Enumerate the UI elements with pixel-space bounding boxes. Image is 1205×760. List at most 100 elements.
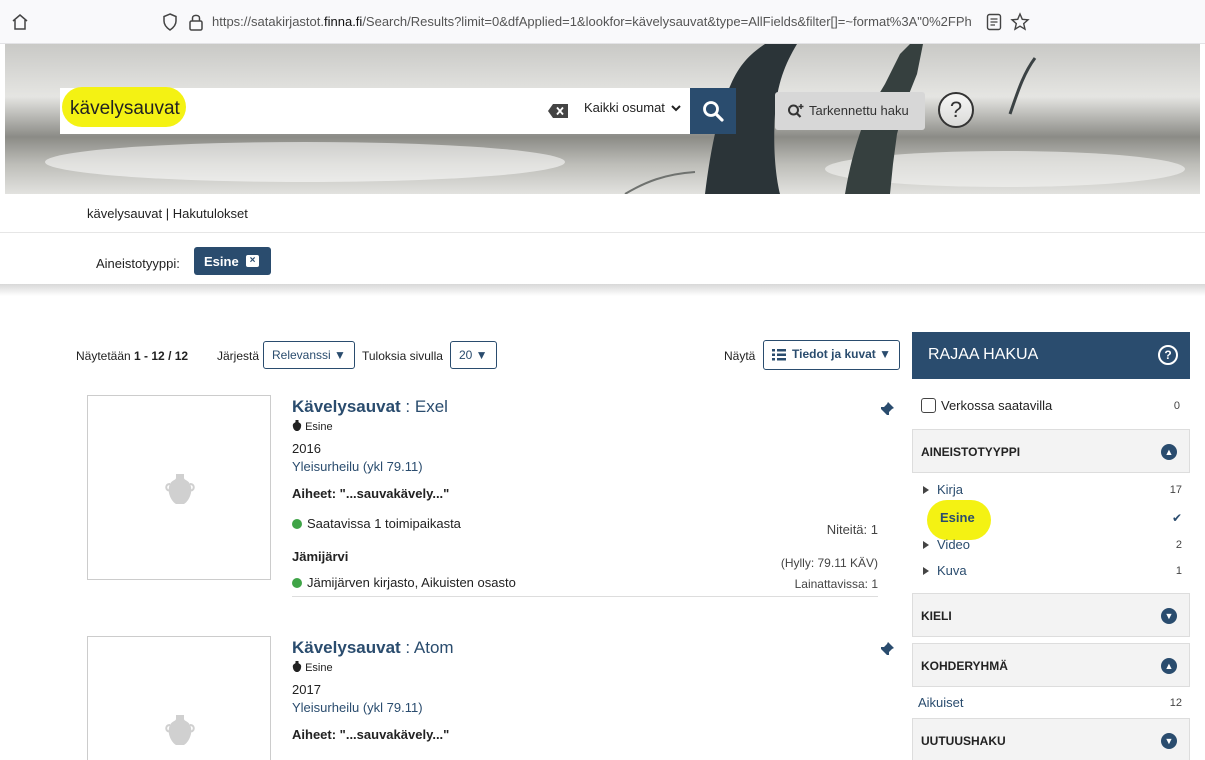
results-count-prefix: Näytetään [76, 349, 131, 363]
url-text[interactable]: https://satakirjastot.finna.fi/Search/Re… [212, 14, 972, 29]
facet-item-esine[interactable]: Esine [940, 510, 975, 525]
url-domain: finna.fi [324, 14, 363, 29]
search-plus-icon [788, 104, 804, 118]
browser-toolbar: https://satakirjastot.finna.fi/Search/Re… [0, 0, 1205, 44]
breadcrumb: kävelysauvat | Hakutulokset [87, 206, 248, 221]
result-year: 2016 [292, 441, 321, 456]
section-shadow [0, 284, 1205, 296]
search-scope-select[interactable]: Kaikki osumat [584, 100, 681, 115]
facet-item-kuva[interactable]: Kuva [923, 563, 967, 578]
result-format: Esine [292, 420, 333, 433]
facet-language-header[interactable]: KIELI ▼ [912, 593, 1190, 637]
active-filter-label: Aineistotyyppi: [96, 256, 180, 271]
sort-select[interactable]: Relevanssi ▼ [263, 341, 355, 369]
help-button[interactable]: ? [938, 92, 974, 128]
result-title-link[interactable]: Kävelysauvat : Atom [292, 638, 454, 658]
divider [0, 232, 1205, 233]
view-select-value: Tiedot ja kuvat ▼ [792, 347, 892, 361]
facet-item-kirja[interactable]: Kirja [923, 482, 963, 497]
object-placeholder-icon [165, 474, 195, 504]
search-button[interactable] [690, 88, 736, 134]
results-count: Näytetään 1 - 12 / 12 [76, 349, 188, 363]
result-subjects-value: "...sauvakävely..." [336, 486, 450, 501]
clear-search-icon[interactable] [548, 104, 568, 118]
address-bar[interactable]: https://satakirjastot.finna.fi/Search/Re… [150, 6, 1205, 38]
caret-right-icon [923, 567, 929, 575]
list-icon [772, 349, 786, 361]
advanced-search-button[interactable]: Tarkennettu haku [775, 92, 925, 130]
advanced-search-label: Tarkennettu haku [809, 103, 909, 118]
result-branch-text: Jämijärven kirjasto, Aikuisten osasto [307, 575, 516, 590]
pin-icon[interactable] [879, 641, 895, 657]
bookmark-star-icon[interactable] [1010, 12, 1030, 32]
per-page-label: Tuloksia sivulla [362, 349, 443, 363]
chevron-down-icon [670, 105, 681, 112]
search-input[interactable]: kävelysauvat Kaikki osumat [60, 87, 690, 134]
shield-icon[interactable] [162, 13, 178, 31]
facet-item-count: 2 [1175, 539, 1182, 551]
home-icon[interactable] [10, 12, 30, 32]
result-subjects-label: Aiheet: [292, 727, 337, 742]
facet-item-count: 17 [1169, 484, 1182, 496]
facet-format-header[interactable]: AINEISTOTYYPPI ▲ [912, 429, 1190, 473]
results-count-range: 1 - 12 / 12 [134, 349, 189, 363]
search-header: kävelysauvat Kaikki osumat Tarkennettu h… [5, 44, 1200, 194]
result-title: Kävelysauvat [292, 638, 401, 657]
object-format-icon [292, 661, 302, 672]
result-subjects: Aiheet: "...sauvakävely..." [292, 727, 449, 742]
result-title-link[interactable]: Kävelysauvat : Exel [292, 397, 448, 417]
search-icon [703, 101, 724, 122]
facet-new-arrivals-header[interactable]: UUTUUSHAKU ▼ [912, 718, 1190, 760]
result-availability[interactable]: Saatavissa 1 toimipaikasta [292, 516, 461, 531]
result-classification-link[interactable]: Yleisurheilu (ykl 79.11) [292, 459, 423, 474]
object-placeholder-icon [165, 715, 195, 745]
reader-view-icon[interactable] [986, 13, 1002, 31]
refine-search-header: RAJAA HAKUA ? [912, 332, 1190, 379]
chevron-down-icon: ▼ [1161, 608, 1177, 624]
active-filter-value: Esine [204, 254, 239, 269]
result-location[interactable]: Jämijärvi [292, 549, 348, 564]
pin-icon[interactable] [879, 401, 895, 417]
result-loanable: Lainattavissa: 1 [794, 577, 878, 591]
result-divider [292, 596, 878, 597]
online-label[interactable]: Verkossa saatavilla [941, 398, 1052, 413]
lock-icon[interactable] [188, 12, 204, 32]
online-count: 0 [1173, 400, 1180, 412]
facet-item-video[interactable]: Video [923, 537, 970, 552]
result-title: Kävelysauvat [292, 397, 401, 416]
result-availability-text: Saatavissa 1 toimipaikasta [307, 516, 461, 531]
object-format-icon [292, 420, 302, 431]
result-thumbnail[interactable] [87, 636, 271, 760]
chevron-up-icon: ▲ [1161, 658, 1177, 674]
result-subjects-label: Aiheet: [292, 486, 337, 501]
facet-audience-header[interactable]: KOHDERYHMÄ ▲ [912, 643, 1190, 687]
result-format-label: Esine [305, 421, 333, 433]
result-subtitle: : Exel [400, 397, 448, 416]
facet-item-label: Kirja [937, 482, 964, 497]
facet-item-aikuiset[interactable]: Aikuiset [918, 695, 964, 710]
result-subtitle: : Atom [400, 638, 454, 657]
online-checkbox[interactable] [921, 398, 936, 413]
facet-title: AINEISTOTYYPPI [921, 445, 1021, 459]
caret-right-icon [923, 486, 929, 494]
help-icon[interactable]: ? [1158, 345, 1178, 365]
result-format-label: Esine [305, 662, 333, 674]
facet-item-count: 12 [1169, 697, 1182, 709]
result-shelf: (Hylly: 79.11 KÄV) [780, 556, 878, 570]
chevron-down-icon: ▼ [1161, 733, 1177, 749]
result-thumbnail[interactable] [87, 395, 271, 580]
view-label: Näytä [724, 349, 756, 363]
url-path: /Search/Results?limit=0&dfApplied=1&look… [362, 14, 972, 29]
facet-item-label: Kuva [937, 563, 967, 578]
per-page-select[interactable]: 20 ▼ [450, 341, 497, 369]
search-scope-value: Kaikki osumat [584, 100, 665, 115]
result-classification-link[interactable]: Yleisurheilu (ykl 79.11) [292, 700, 423, 715]
result-subjects: Aiheet: "...sauvakävely..." [292, 486, 449, 501]
caret-right-icon [923, 541, 929, 549]
checkmark-icon: ✔ [1171, 511, 1182, 525]
view-select[interactable]: Tiedot ja kuvat ▼ [763, 340, 901, 370]
url-prefix: https://satakirjastot. [212, 14, 324, 29]
active-filter-badge[interactable]: Esine × [194, 247, 271, 275]
remove-filter-icon[interactable]: × [246, 255, 259, 267]
chevron-up-icon: ▲ [1161, 444, 1177, 460]
